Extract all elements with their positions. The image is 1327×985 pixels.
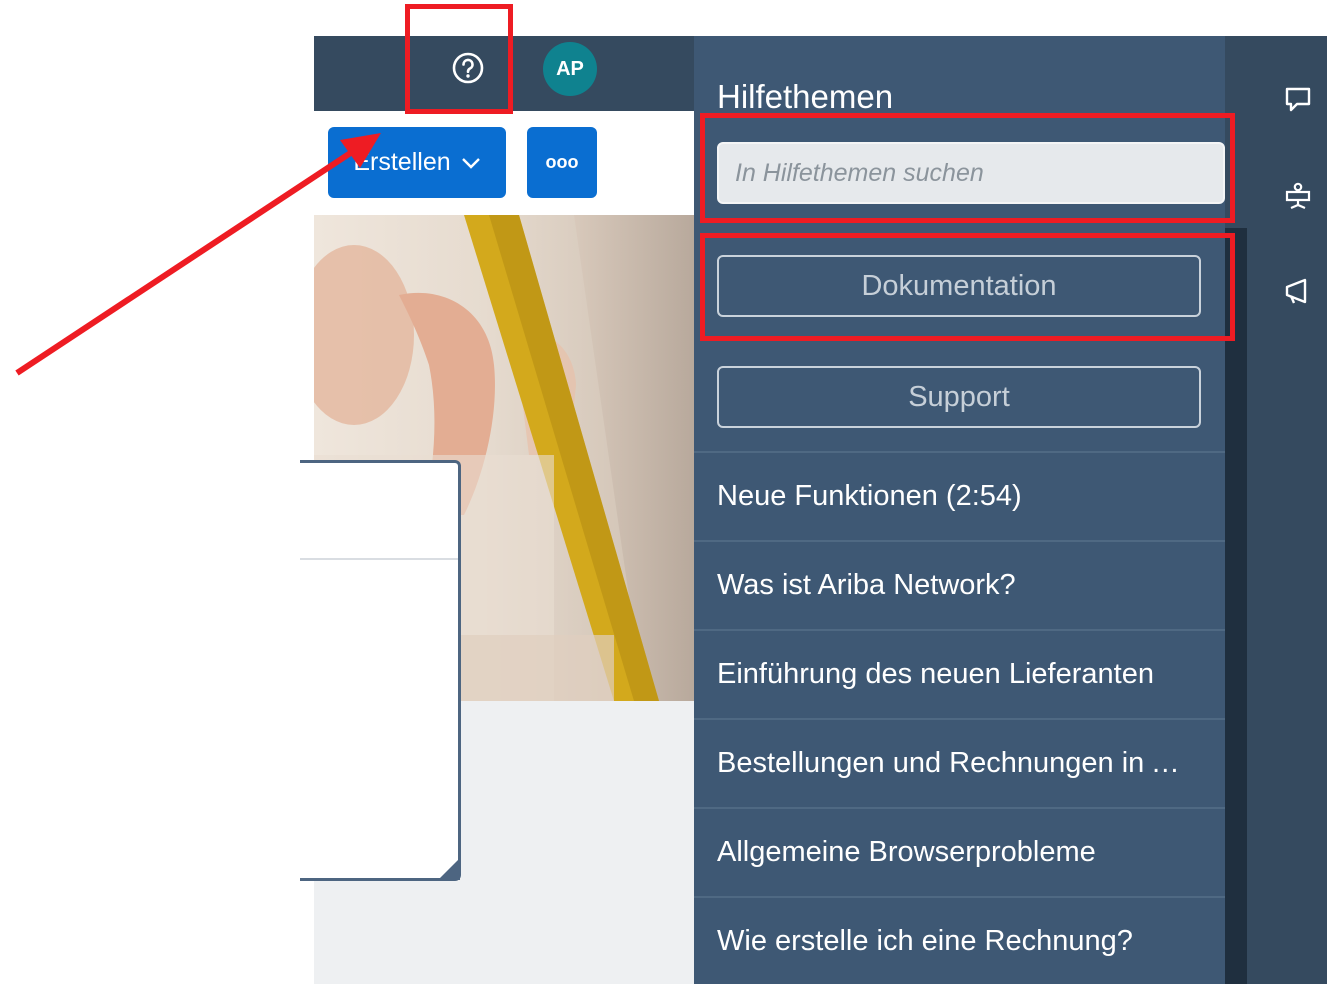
support-button[interactable]: Support bbox=[717, 366, 1201, 428]
help-topic-item[interactable]: Wie erstelle ich eine Rechnung? bbox=[694, 896, 1225, 985]
help-topic-item[interactable]: Neue Funktionen (2:54) bbox=[694, 451, 1225, 540]
more-actions-button[interactable]: ooo bbox=[527, 127, 597, 198]
user-avatar[interactable]: AP bbox=[543, 42, 597, 96]
help-panel-title: Hilfethemen bbox=[717, 78, 894, 115]
megaphone-icon bbox=[1285, 278, 1307, 304]
presentation-icon bbox=[1285, 182, 1311, 210]
help-topic-label: Bestellungen und Rechnungen in Ariba Net… bbox=[717, 747, 1189, 779]
help-button[interactable] bbox=[448, 48, 488, 88]
chevron-down-icon bbox=[461, 157, 480, 169]
content-card[interactable] bbox=[300, 460, 461, 881]
chat-icon bbox=[1285, 87, 1311, 112]
create-button-label: Erstellen bbox=[353, 148, 451, 176]
panel-scroll-track bbox=[1225, 228, 1247, 984]
shell-bar bbox=[314, 36, 694, 111]
help-circle-icon bbox=[452, 52, 484, 84]
training-button[interactable] bbox=[1277, 175, 1319, 217]
help-topic-label: Wie erstelle ich eine Rechnung? bbox=[717, 925, 1133, 957]
help-topic-label: Allgemeine Browserprobleme bbox=[717, 836, 1096, 868]
help-topic-label: Einführung des neuen Lieferanten bbox=[717, 658, 1154, 690]
announcements-button[interactable] bbox=[1277, 270, 1319, 312]
documentation-button[interactable]: Dokumentation bbox=[717, 255, 1201, 317]
card-divider bbox=[300, 558, 458, 560]
feedback-button[interactable] bbox=[1277, 78, 1319, 120]
help-topic-item[interactable]: Allgemeine Browserprobleme bbox=[694, 807, 1225, 896]
help-topic-label: Neue Funktionen (2:54) bbox=[717, 480, 1022, 512]
help-topic-item[interactable]: Einführung des neuen Lieferanten bbox=[694, 629, 1225, 718]
help-topic-label: Was ist Ariba Network? bbox=[717, 569, 1016, 601]
help-topic-item[interactable]: Bestellungen und Rechnungen in Ariba Net… bbox=[694, 718, 1225, 807]
help-search-input[interactable] bbox=[717, 142, 1225, 204]
create-button[interactable]: Erstellen bbox=[328, 127, 506, 198]
help-topic-item[interactable]: Was ist Ariba Network? bbox=[694, 540, 1225, 629]
resize-handle[interactable] bbox=[438, 858, 460, 880]
more-icon: ooo bbox=[545, 152, 579, 172]
